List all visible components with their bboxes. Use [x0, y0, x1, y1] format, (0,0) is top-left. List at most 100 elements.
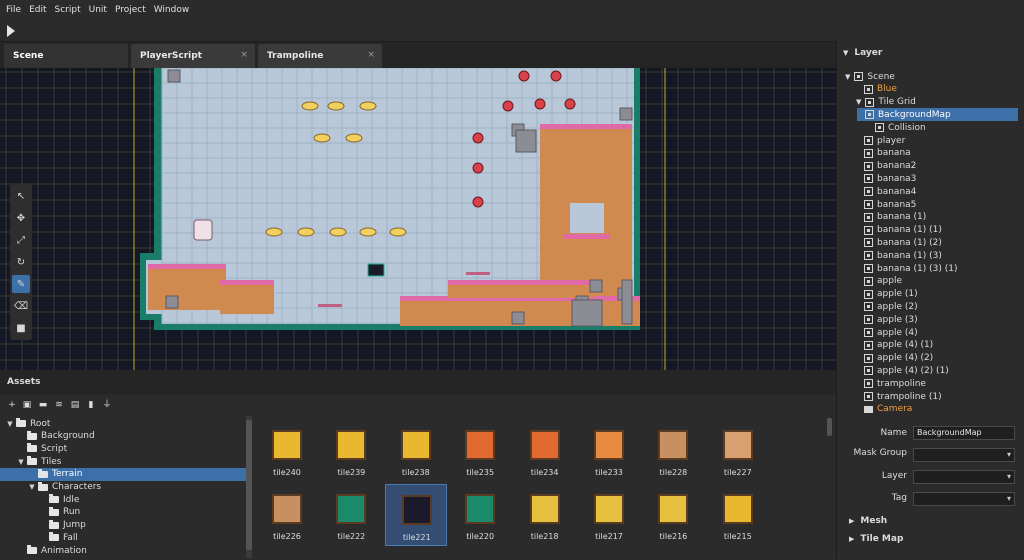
play-icon[interactable] [7, 25, 15, 37]
scale-tool-icon[interactable]: ⤢ [12, 231, 30, 249]
layer-node[interactable]: apple (1) [837, 288, 1023, 301]
layer-node[interactable]: banana (1) (3) [837, 249, 1023, 262]
layer-node[interactable]: Collision [837, 121, 1023, 134]
tile-thumbnail [529, 494, 560, 524]
tree-item-script[interactable]: Script [0, 442, 248, 455]
asset-tile[interactable]: tile235 [449, 420, 511, 482]
layer-node[interactable]: apple (4) (2) (1) [837, 364, 1023, 377]
close-icon[interactable]: × [367, 50, 375, 60]
layer-node[interactable]: apple [837, 275, 1023, 288]
tree-item-idle[interactable]: Idle [0, 493, 248, 506]
layer-node[interactable]: banana (1) (2) [837, 236, 1023, 249]
layer-panel-header[interactable]: ▼ Layer [837, 42, 1024, 64]
chevron-down-icon[interactable]: ▼ [856, 98, 861, 106]
menu-file[interactable]: File [6, 5, 21, 15]
tree-item-run[interactable]: Run [0, 506, 248, 519]
asset-tile[interactable]: tile220 [449, 484, 511, 546]
plugin-icon[interactable]: ⏚ [102, 400, 112, 410]
import-icon[interactable]: ▤ [70, 400, 80, 410]
layer-node[interactable]: apple (4) [837, 326, 1023, 339]
menu-project[interactable]: Project [115, 5, 146, 15]
layer-node[interactable]: banana4 [837, 185, 1023, 198]
asset-tile[interactable]: tile228 [642, 420, 704, 482]
layer-select[interactable] [913, 470, 1015, 484]
tab-scene[interactable]: Scene [4, 44, 128, 68]
add-icon[interactable]: + [7, 400, 17, 410]
tab-trampoline[interactable]: Trampoline × [258, 44, 382, 68]
chevron-down-icon[interactable]: ▼ [845, 73, 850, 81]
asset-tile[interactable]: tile217 [578, 484, 640, 546]
layer-node[interactable]: banana5 [837, 198, 1023, 211]
asset-tile[interactable]: tile218 [514, 484, 576, 546]
asset-tile[interactable]: tile227 [707, 420, 769, 482]
menu-edit[interactable]: Edit [29, 5, 46, 15]
tree-item-tiles[interactable]: ▼ Tiles [0, 455, 248, 468]
new-folder-icon[interactable]: ▣ [22, 400, 32, 410]
layer-node[interactable]: banana (1) [837, 211, 1023, 224]
pencil-tool-icon[interactable]: ✎ [12, 275, 30, 293]
asset-tile[interactable]: tile234 [514, 420, 576, 482]
layer-node[interactable]: player [837, 134, 1023, 147]
asset-tile[interactable]: tile226 [256, 484, 318, 546]
asset-tile[interactable]: tile222 [320, 484, 382, 546]
layer-node-label: Scene [867, 71, 895, 82]
layer-node[interactable]: ▼ Tile Grid [837, 96, 1023, 109]
assets-panel-header: Assets [0, 370, 836, 394]
layer-node-label: trampoline [877, 378, 926, 389]
asset-tile[interactable]: tile240 [256, 420, 318, 482]
mesh-section[interactable]: ▶ Mesh [837, 513, 1024, 529]
asset-tile[interactable]: tile216 [642, 484, 704, 546]
menu-window[interactable]: Window [154, 5, 190, 15]
tree-item-characters[interactable]: ▼ Characters [0, 481, 248, 494]
move-tool-icon[interactable]: ✥ [12, 209, 30, 227]
tilemap-canvas[interactable] [0, 68, 836, 370]
tree-item-background[interactable]: Background [0, 430, 248, 443]
layer-node[interactable]: apple (2) [837, 300, 1023, 313]
menu-unit[interactable]: Unit [89, 5, 107, 15]
folder-icon[interactable]: ▬ [38, 400, 48, 410]
layer-node[interactable]: apple (4) (1) [837, 339, 1023, 352]
chevron-down-icon[interactable]: ▼ [6, 420, 14, 428]
tab-playerscript[interactable]: PlayerScript × [131, 44, 255, 68]
layer-node[interactable]: trampoline [837, 377, 1023, 390]
layers-icon[interactable]: ≋ [54, 400, 64, 410]
eraser-tool-icon[interactable]: ⌫ [12, 297, 30, 315]
asset-tile[interactable]: tile221 [384, 484, 447, 546]
layer-node[interactable]: banana2 [837, 160, 1023, 173]
asset-tile[interactable]: tile233 [578, 420, 640, 482]
select-tool-icon[interactable]: ↖ [12, 187, 30, 205]
layer-node[interactable]: banana3 [837, 172, 1023, 185]
layer-node[interactable]: ▼ Scene [837, 70, 1023, 83]
tree-item-root[interactable]: ▼ Root [0, 417, 248, 430]
layer-node[interactable]: banana (1) (3) (1) [837, 262, 1023, 275]
name-field[interactable]: BackgroundMap [913, 426, 1015, 440]
tree-item-jump[interactable]: Jump [0, 519, 248, 532]
delete-icon[interactable]: ▮ [86, 400, 96, 410]
layer-node[interactable]: Camera [837, 403, 1023, 416]
asset-tile[interactable]: tile238 [385, 420, 447, 482]
chevron-down-icon[interactable]: ▼ [28, 483, 36, 491]
layer-node[interactable]: Blue [837, 83, 1023, 96]
layer-node[interactable]: banana [837, 147, 1023, 160]
scene-viewport[interactable]: ↖ ✥ ⤢ ↻ ✎ ⌫ ■ [0, 68, 836, 370]
layer-node[interactable]: apple (3) [837, 313, 1023, 326]
tilemap-section[interactable]: ▶ Tile Map [837, 531, 1024, 547]
close-icon[interactable]: × [240, 50, 248, 60]
mask-group-select[interactable] [913, 448, 1015, 462]
grid-scrollbar[interactable] [826, 416, 834, 558]
tree-item-animation[interactable]: Animation [0, 544, 248, 557]
tile-name: tile238 [401, 468, 430, 477]
asset-tile[interactable]: tile239 [320, 420, 382, 482]
menu-script[interactable]: Script [55, 5, 81, 15]
layer-node[interactable]: trampoline (1) [837, 390, 1023, 403]
rectangle-tool-icon[interactable]: ■ [12, 319, 30, 337]
chevron-down-icon[interactable]: ▼ [17, 458, 25, 466]
tree-item-terrain[interactable]: Terrain [0, 467, 246, 481]
layer-node[interactable]: BackgroundMap [857, 108, 1018, 122]
layer-node[interactable]: banana (1) (1) [837, 224, 1023, 237]
tag-select[interactable] [913, 492, 1015, 506]
layer-node[interactable]: apple (4) (2) [837, 352, 1023, 365]
rotate-tool-icon[interactable]: ↻ [12, 253, 30, 271]
asset-tile[interactable]: tile215 [707, 484, 769, 546]
tree-item-fall[interactable]: Fall [0, 531, 248, 544]
